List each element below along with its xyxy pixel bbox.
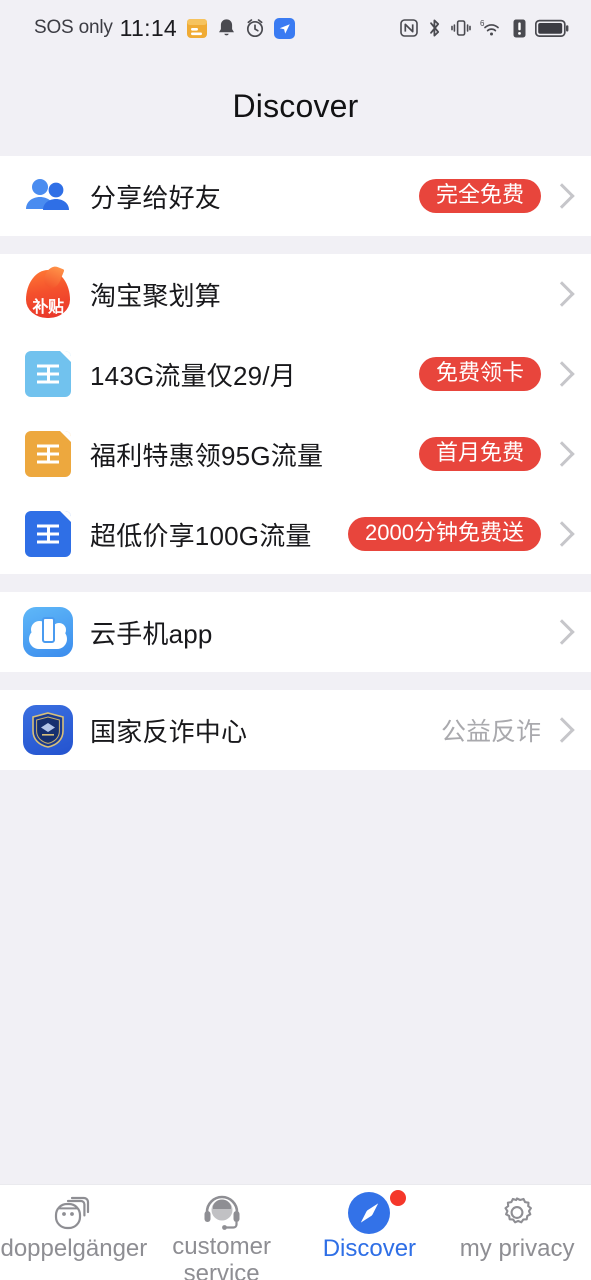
list-item[interactable]: 云手机app <box>0 592 591 672</box>
app-blue-icon <box>274 17 296 39</box>
people-share-icon <box>22 170 74 222</box>
section-divider <box>0 574 591 592</box>
list-item-label: 分享给好友 <box>90 182 222 213</box>
tab-label: Discover <box>322 1235 417 1262</box>
chevron-right-icon <box>551 517 573 551</box>
list-item-trailing: 2000分钟免费送 <box>348 517 573 551</box>
vibrate-icon <box>451 18 471 38</box>
cloud-phone-app-icon <box>22 606 74 658</box>
calendar-icon <box>186 17 208 39</box>
list-item[interactable]: 福利特惠领95G流量 首月免费 <box>0 414 591 494</box>
clock-label: 11:14 <box>119 14 178 41</box>
bell-icon <box>217 18 236 39</box>
list-item-label: 淘宝聚划算 <box>90 280 222 311</box>
tab-label: customer service <box>172 1233 271 1280</box>
list-item-trailing: 首月免费 <box>418 437 573 471</box>
page-title: Discover <box>232 87 359 124</box>
list-item[interactable]: 国家反诈中心 公益反诈 <box>0 690 591 770</box>
nfc-icon <box>400 19 418 37</box>
bottom-tab-bar: doppelgänger customer service Discover m… <box>0 1184 591 1280</box>
status-bar: SOS only 11:14 6 <box>0 0 591 56</box>
tab-doppelganger[interactable]: doppelgänger <box>0 1185 148 1280</box>
list-item-trailing: 完全免费 <box>418 179 573 213</box>
list-item[interactable]: 补贴 淘宝聚划算 <box>0 254 591 334</box>
tab-customer-service[interactable]: customer service <box>148 1185 296 1280</box>
svg-text:6: 6 <box>480 19 485 28</box>
chevron-right-icon <box>551 615 573 649</box>
list-section-antifraud: 国家反诈中心 公益反诈 <box>0 690 591 770</box>
wifi-6-icon: 6 <box>480 18 504 38</box>
list-item-trailing <box>551 277 573 311</box>
tab-label: my privacy <box>459 1235 575 1262</box>
list-item-trailing: 公益反诈 <box>441 712 573 748</box>
list-section-apps: 云手机app <box>0 592 591 672</box>
sim-card-icon <box>22 348 74 400</box>
list-item[interactable]: 分享给好友 完全免费 <box>0 156 591 236</box>
chevron-right-icon <box>551 277 573 311</box>
status-badge: 完全免费 <box>418 179 541 213</box>
tab-discover[interactable]: Discover <box>296 1185 444 1280</box>
section-divider <box>0 672 591 690</box>
alert-icon <box>513 19 526 38</box>
list-item-label: 国家反诈中心 <box>90 716 248 747</box>
gear-icon <box>497 1192 537 1234</box>
notification-badge-dot <box>390 1190 407 1206</box>
flame-icon-label: 补贴 <box>32 299 64 316</box>
list-item-trailing: 免费领卡 <box>418 357 573 391</box>
page-filler <box>0 770 591 1174</box>
list-item-trailing <box>551 615 573 649</box>
sim-card-icon <box>22 508 74 560</box>
list-section-share: 分享给好友 完全免费 <box>0 156 591 236</box>
tab-label: doppelgänger <box>0 1235 148 1262</box>
status-bar-right: 6 <box>400 18 569 38</box>
chevron-right-icon <box>551 437 573 471</box>
chevron-right-icon <box>551 713 573 747</box>
alarm-clock-icon <box>245 18 265 38</box>
list-item-label: 143G流量仅29/月 <box>90 360 296 391</box>
status-badge: 免费领卡 <box>418 357 541 391</box>
status-badge: 首月免费 <box>418 437 541 471</box>
list-item-label: 福利特惠领95G流量 <box>90 440 324 471</box>
section-divider <box>0 236 591 254</box>
status-bar-left: SOS only 11:14 <box>34 14 296 42</box>
list-item-label: 云手机app <box>90 618 213 649</box>
tab-my-privacy[interactable]: my privacy <box>443 1185 591 1280</box>
headset-support-icon <box>201 1192 243 1232</box>
status-badge: 2000分钟免费送 <box>348 517 541 551</box>
list-item-label: 超低价享100G流量 <box>90 520 312 551</box>
bluetooth-icon <box>427 18 442 38</box>
page-header: Discover <box>0 56 591 156</box>
chevron-right-icon <box>551 179 573 213</box>
compass-icon <box>348 1190 407 1234</box>
list-item[interactable]: 143G流量仅29/月 免费领卡 <box>0 334 591 414</box>
sim-card-icon <box>22 428 74 480</box>
carrier-label: SOS only <box>34 17 113 38</box>
police-shield-icon <box>22 704 74 756</box>
list-item[interactable]: 超低价享100G流量 2000分钟免费送 <box>0 494 591 574</box>
list-section-offers: 补贴 淘宝聚划算 143G流量仅29/月 免费领卡 福利特惠领95G流量 首月免… <box>0 254 591 574</box>
doppelganger-icon <box>52 1192 96 1234</box>
list-item-subtext: 公益反诈 <box>440 718 541 746</box>
flame-subsidy-icon: 补贴 <box>22 263 74 320</box>
chevron-right-icon <box>551 357 573 391</box>
battery-icon <box>535 19 569 38</box>
